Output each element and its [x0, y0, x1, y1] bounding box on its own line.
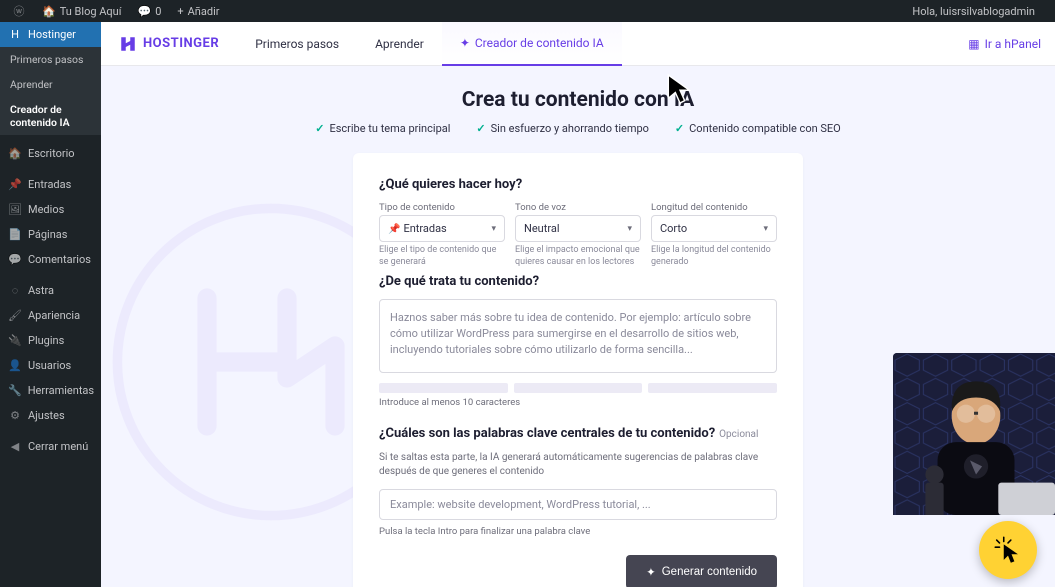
sidebar-item-hostinger[interactable]: H Hostinger	[0, 22, 101, 47]
sidebar-item-entradas[interactable]: 📌Entradas	[0, 172, 101, 197]
comments-link[interactable]: 💬0	[131, 5, 167, 18]
chevron-down-icon: ▾	[763, 224, 768, 234]
click-badge	[979, 521, 1037, 579]
type-help: Elige el tipo de contenido que se genera…	[379, 245, 505, 268]
content-type-select[interactable]: 📌Entradas ▾	[379, 215, 505, 242]
keywords-input[interactable]: Example: website development, WordPress …	[379, 489, 777, 520]
benefit-1: ✓Escribe tu tema principal	[315, 122, 450, 135]
sidebar-item-paginas[interactable]: 📄Páginas	[0, 222, 101, 247]
hostinger-submenu: Primeros pasos Aprender Creador de conte…	[0, 47, 101, 135]
wp-sidebar: H Hostinger Primeros pasos Aprender Crea…	[0, 22, 101, 587]
collapse-icon: ◀	[8, 440, 22, 453]
type-label: Tipo de contenido	[379, 202, 505, 213]
submenu-creador[interactable]: Creador de contenido IA	[0, 97, 101, 135]
users-icon: 👤	[8, 359, 22, 372]
site-name-link[interactable]: 🏠Tu Blog Aquí	[36, 5, 127, 18]
check-icon: ✓	[675, 122, 684, 135]
generator-card: ¿Qué quieres hacer hoy? Tipo de contenid…	[353, 153, 803, 587]
type-value: Entradas	[403, 222, 446, 235]
comments-count: 0	[155, 5, 161, 18]
chip-placeholder	[648, 383, 777, 393]
main-area: HOSTINGER Primeros pasos Aprender ✦ Crea…	[101, 22, 1055, 587]
wp-logo[interactable]: ⓦ	[6, 3, 32, 19]
sidebar-item-plugins[interactable]: 🔌Plugins	[0, 328, 101, 353]
settings-icon: ⚙	[8, 409, 22, 422]
add-new-link[interactable]: +Añadir	[171, 5, 225, 18]
account-link[interactable]: Hola, luisrsilvablogadmin	[906, 5, 1041, 18]
hostinger-logo[interactable]: HOSTINGER	[101, 35, 237, 53]
site-name: Tu Blog Aquí	[60, 5, 122, 18]
tab-creador[interactable]: ✦ Creador de contenido IA	[442, 22, 622, 66]
question-2: ¿De qué trata tu contenido?	[379, 274, 777, 289]
length-select[interactable]: Corto ▾	[651, 215, 777, 242]
suggestion-chips	[379, 383, 777, 393]
add-new-label: Añadir	[188, 5, 220, 18]
hostinger-logo-icon	[119, 35, 137, 53]
grid-icon: ▦	[968, 37, 979, 51]
sidebar-item-usuarios[interactable]: 👤Usuarios	[0, 353, 101, 378]
pin-icon: 📌	[388, 224, 400, 235]
benefit-2: ✓Sin esfuerzo y ahorrando tiempo	[476, 122, 649, 135]
sidebar-item-apariencia[interactable]: 🖌Apariencia	[0, 303, 101, 328]
plugins-icon: 🔌	[8, 334, 22, 347]
sidebar-item-medios[interactable]: 🖼Medios	[0, 197, 101, 222]
brand-text: HOSTINGER	[143, 36, 219, 51]
wp-admin-bar: ⓦ 🏠Tu Blog Aquí 💬0 +Añadir Hola, luisrsi…	[0, 0, 1055, 22]
benefit-3: ✓Contenido compatible con SEO	[675, 122, 841, 135]
check-icon: ✓	[476, 122, 485, 135]
submenu-aprender[interactable]: Aprender	[0, 72, 101, 97]
sidebar-item-ajustes[interactable]: ⚙Ajustes	[0, 403, 101, 428]
sidebar-item-comentarios[interactable]: 💬Comentarios	[0, 247, 101, 272]
tone-value: Neutral	[524, 222, 560, 235]
chip-placeholder	[379, 383, 508, 393]
question-1: ¿Qué quieres hacer hoy?	[379, 177, 777, 192]
tab-primeros[interactable]: Primeros pasos	[237, 22, 357, 66]
length-label: Longitud del contenido	[651, 202, 777, 213]
generate-button[interactable]: ✦ Generar contenido	[626, 555, 777, 587]
dashboard-icon: 🏠	[8, 147, 22, 160]
check-icon: ✓	[315, 122, 324, 135]
optional-label: Opcional	[719, 429, 758, 440]
benefits-row: ✓Escribe tu tema principal ✓Sin esfuerzo…	[101, 122, 1055, 153]
posts-icon: 📌	[8, 178, 22, 191]
kw-desc: Si te saltas esta parte, la IA generará …	[379, 451, 777, 479]
page-title: Crea tu contenido con IA	[101, 66, 1055, 122]
sparkle-icon: ✦	[646, 565, 656, 579]
astra-icon: ◌	[8, 284, 22, 297]
kw-hint: Pulsa la tecla Intro para finalizar una …	[379, 526, 777, 537]
tools-icon: 🔧	[8, 384, 22, 397]
length-help: Elige la longitud del contenido generado	[651, 245, 777, 268]
content-idea-textarea[interactable]: Haznos saber más sobre tu idea de conten…	[379, 299, 777, 373]
greeting: Hola, luisrsilvablogadmin	[912, 5, 1035, 18]
submenu-primeros[interactable]: Primeros pasos	[0, 47, 101, 72]
pages-icon: 📄	[8, 228, 22, 241]
webcam-thumbnail	[893, 353, 1055, 515]
tone-help: Elige el impacto emocional que quieres c…	[515, 245, 641, 268]
tone-label: Tono de voz	[515, 202, 641, 213]
tone-select[interactable]: Neutral ▾	[515, 215, 641, 242]
media-icon: 🖼	[8, 203, 22, 216]
tab-aprender[interactable]: Aprender	[357, 22, 442, 66]
generate-label: Generar contenido	[662, 566, 757, 578]
length-value: Corto	[660, 222, 687, 235]
sidebar-item-herramientas[interactable]: 🔧Herramientas	[0, 378, 101, 403]
sidebar-item-astra[interactable]: ◌Astra	[0, 278, 101, 303]
hpanel-link[interactable]: ▦ Ir a hPanel	[954, 37, 1055, 51]
top-nav: HOSTINGER Primeros pasos Aprender ✦ Crea…	[101, 22, 1055, 66]
sidebar-item-escritorio[interactable]: 🏠Escritorio	[0, 141, 101, 166]
min-chars-hint: Introduce al menos 10 caracteres	[379, 397, 777, 408]
hostinger-icon: H	[8, 28, 22, 41]
sidebar-item-cerrar[interactable]: ◀Cerrar menú	[0, 434, 101, 459]
comments-icon: 💬	[8, 253, 22, 266]
sparkle-icon: ✦	[460, 36, 470, 50]
chevron-down-icon: ▾	[491, 224, 496, 234]
chip-placeholder	[514, 383, 643, 393]
question-3: ¿Cuáles son las palabras clave centrales…	[379, 426, 777, 441]
appearance-icon: 🖌	[8, 309, 22, 322]
chevron-down-icon: ▾	[627, 224, 632, 234]
sidebar-label: Hostinger	[28, 28, 76, 41]
